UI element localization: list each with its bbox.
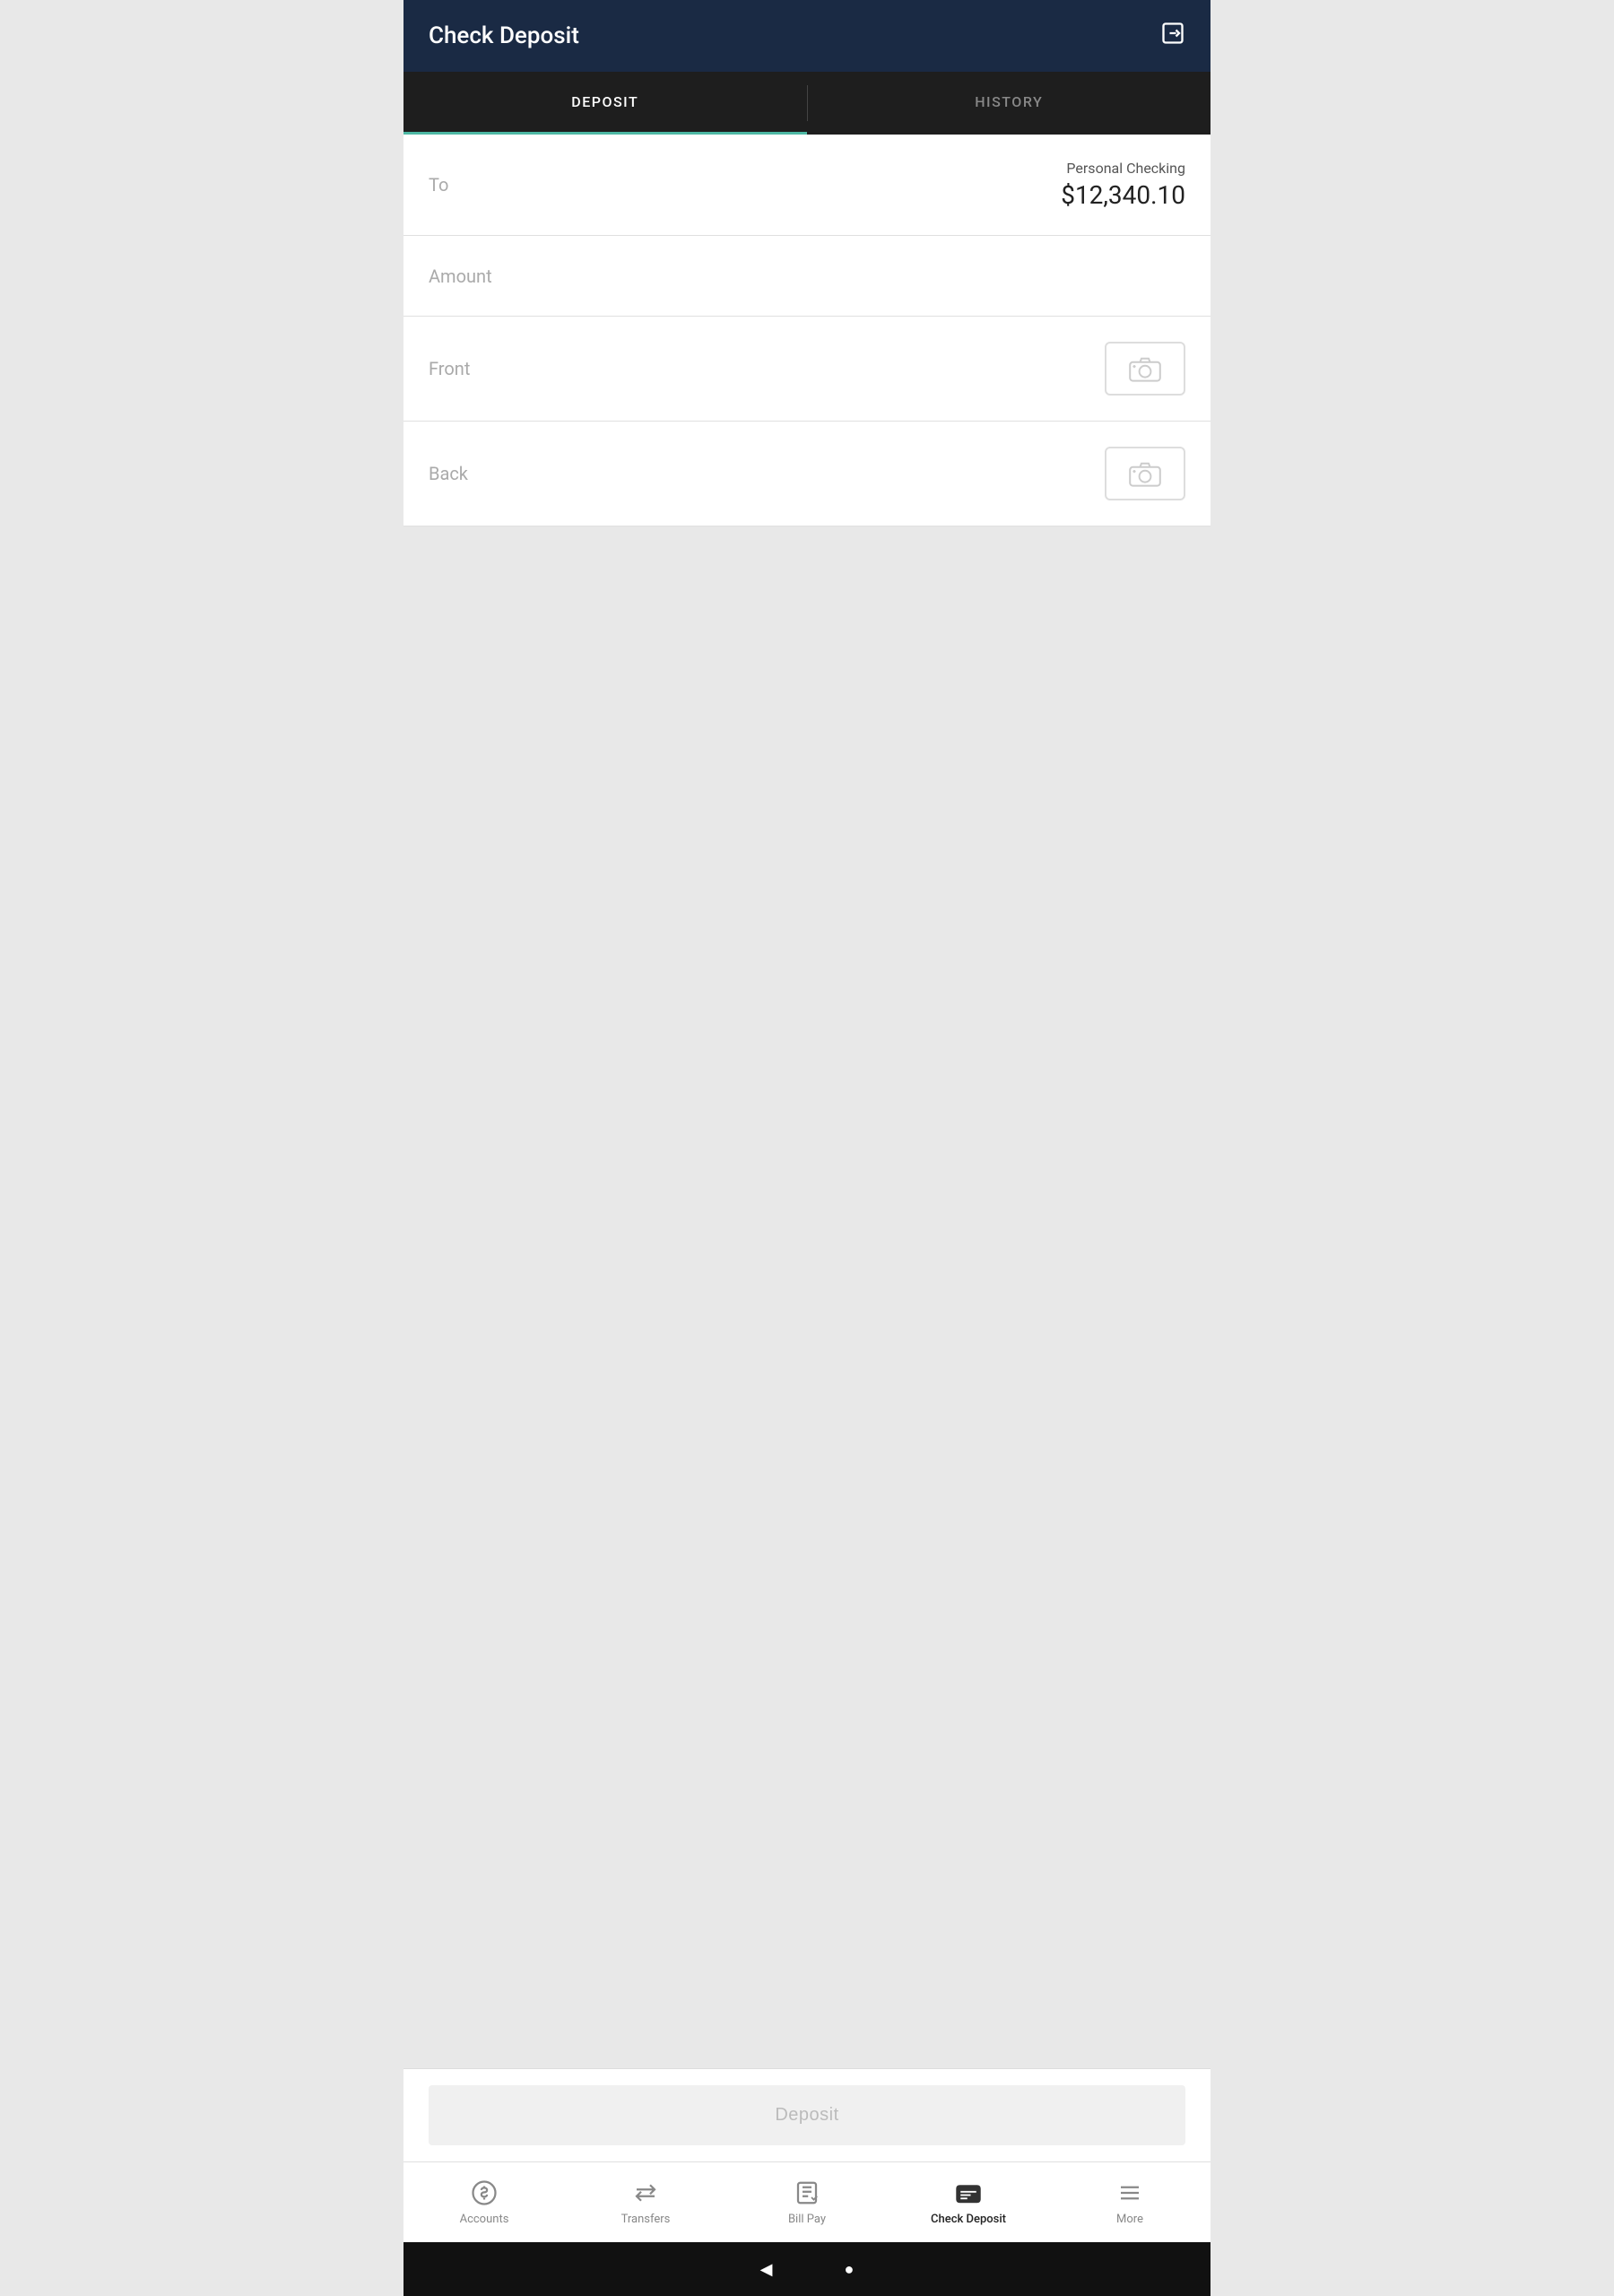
header: Check Deposit [404, 0, 1210, 72]
back-row[interactable]: Back [404, 422, 1210, 526]
check-deposit-icon [954, 2179, 983, 2207]
account-balance: $12,340.10 [1061, 180, 1185, 210]
nav-label-accounts: Accounts [460, 2213, 509, 2226]
tab-deposit[interactable]: DEPOSIT [404, 72, 807, 135]
nav-item-bill-pay[interactable]: Bill Pay [726, 2162, 888, 2242]
more-icon [1115, 2179, 1144, 2207]
nav-item-more[interactable]: More [1049, 2162, 1210, 2242]
to-label: To [429, 174, 448, 196]
front-label: Front [429, 358, 470, 379]
nav-label-check-deposit: Check Deposit [931, 2213, 1006, 2226]
amount-row[interactable]: Amount [404, 236, 1210, 317]
nav-item-check-deposit[interactable]: Check Deposit [888, 2162, 1049, 2242]
nav-label-bill-pay: Bill Pay [788, 2213, 826, 2226]
page-title: Check Deposit [429, 22, 579, 49]
nav-item-accounts[interactable]: Accounts [404, 2162, 565, 2242]
back-camera-button[interactable] [1105, 447, 1185, 500]
deposit-button[interactable]: Deposit [429, 2085, 1185, 2145]
account-name: Personal Checking [1061, 160, 1185, 177]
back-label: Back [429, 463, 468, 484]
tab-history[interactable]: HISTORY [808, 72, 1211, 135]
nav-label-more: More [1116, 2213, 1143, 2226]
account-info: Personal Checking $12,340.10 [1061, 160, 1185, 210]
android-home-button[interactable]: ● [844, 2260, 854, 2279]
dollar-circle-icon [470, 2179, 499, 2207]
android-nav-bar: ◀ ● [404, 2242, 1210, 2296]
gray-area [404, 526, 1210, 2068]
nav-label-transfers: Transfers [621, 2213, 671, 2226]
deposit-btn-container: Deposit [404, 2068, 1210, 2161]
tab-bar: DEPOSIT HISTORY [404, 72, 1210, 135]
exit-icon[interactable] [1160, 21, 1185, 51]
transfers-icon [631, 2179, 660, 2207]
front-row[interactable]: Front [404, 317, 1210, 422]
to-row[interactable]: To Personal Checking $12,340.10 [404, 135, 1210, 236]
amount-label: Amount [429, 265, 492, 287]
bottom-nav: Accounts Transfers Bill Pay [404, 2161, 1210, 2242]
android-back-button[interactable]: ◀ [760, 2260, 773, 2279]
front-camera-button[interactable] [1105, 342, 1185, 396]
bill-pay-icon [793, 2179, 821, 2207]
form-area: To Personal Checking $12,340.10 Amount F… [404, 135, 1210, 526]
nav-item-transfers[interactable]: Transfers [565, 2162, 726, 2242]
